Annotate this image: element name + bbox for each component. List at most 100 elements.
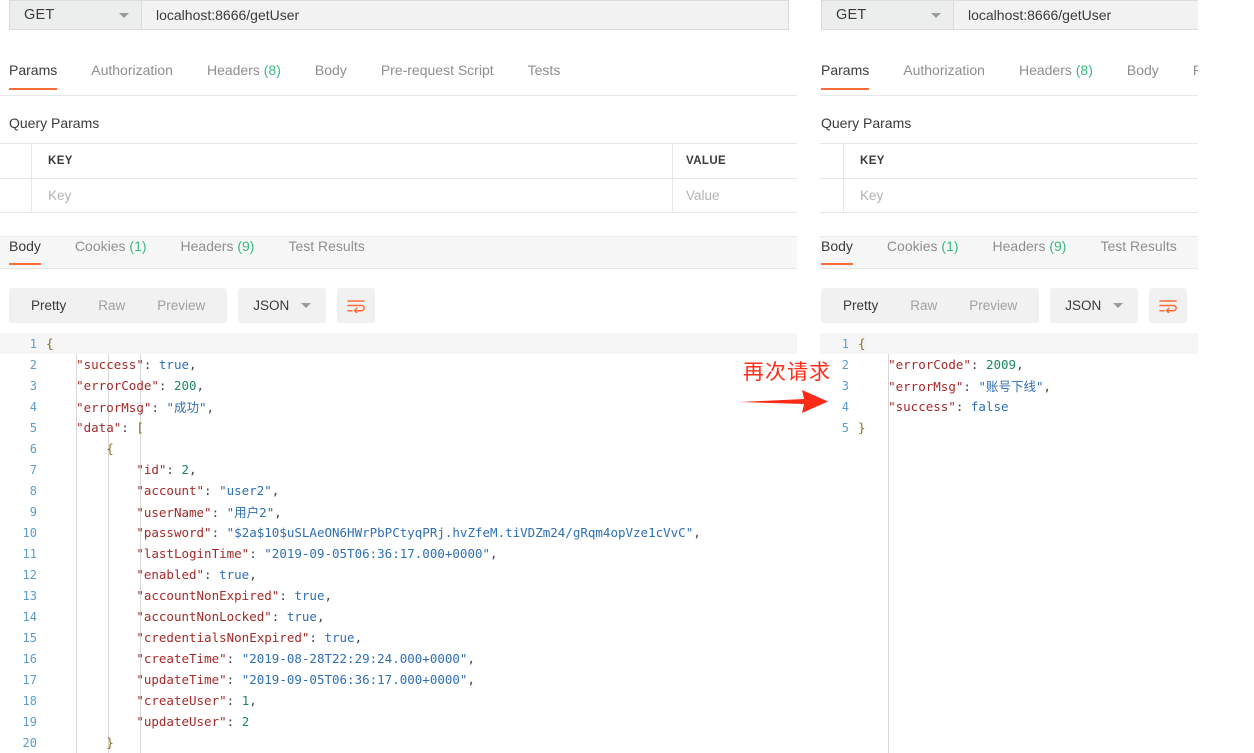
tab-label: Authorization xyxy=(91,62,173,78)
view-mode-preview[interactable]: Preview xyxy=(953,298,1033,313)
code-line: 7 "id": 2, xyxy=(0,459,797,480)
url-input-left[interactable]: localhost:8666/getUser xyxy=(142,0,789,30)
code-text: } xyxy=(858,420,866,435)
token-key: "errorMsg" xyxy=(76,400,152,415)
code-line: 5 "data": [ xyxy=(0,417,797,438)
tab-count: (9) xyxy=(1049,238,1067,254)
row-checkbox-cell[interactable] xyxy=(820,178,844,213)
tab-tests[interactable]: Tests xyxy=(528,62,561,89)
tab-response-cookies[interactable]: Cookies (1) xyxy=(75,237,147,264)
token-bool: true xyxy=(158,357,190,372)
view-mode-pretty[interactable]: Pretty xyxy=(827,298,894,313)
view-mode-raw[interactable]: Raw xyxy=(82,298,141,313)
code-text: "success": false xyxy=(858,399,1009,414)
tab-test-results[interactable]: Test Results xyxy=(1100,237,1176,264)
tab-response-headers[interactable]: Headers (9) xyxy=(181,237,255,264)
view-mode-pretty[interactable]: Pretty xyxy=(15,298,82,313)
tab-pre-request-script[interactable]: Pre-request Script xyxy=(381,62,494,89)
tab-label: Authorization xyxy=(903,62,985,78)
line-number: 12 xyxy=(22,567,37,582)
key-input[interactable]: Key xyxy=(48,188,71,203)
token-pun: : xyxy=(970,357,986,372)
select-all-checkbox-cell[interactable] xyxy=(0,144,32,178)
code-line: 15 "credentialsNonExpired": true, xyxy=(0,627,797,648)
tab-label: Headers xyxy=(1018,62,1072,78)
token-num: 2009 xyxy=(985,357,1017,372)
format-selector[interactable]: JSON xyxy=(1050,288,1139,323)
tab-params[interactable]: Params xyxy=(821,62,870,90)
line-number: 1 xyxy=(29,336,37,351)
token-pun: , xyxy=(467,651,475,666)
value-input[interactable]: Value xyxy=(686,188,720,203)
tab-response-body[interactable]: Body xyxy=(9,237,41,265)
code-line: 9 "userName": "用户2", xyxy=(0,501,797,522)
table-row: Key Value xyxy=(0,178,797,213)
token-brace: } xyxy=(106,735,114,750)
token-pun: : xyxy=(279,588,295,603)
tab-response-body[interactable]: Body xyxy=(821,237,853,265)
view-mode-preview[interactable]: Preview xyxy=(141,298,221,313)
view-mode-raw[interactable]: Raw xyxy=(894,298,953,313)
tab-headers[interactable]: Headers (8) xyxy=(207,62,281,89)
select-all-checkbox-cell[interactable] xyxy=(820,144,844,178)
response-body-code-left[interactable]: 1{2 "success": true, 3 "errorCode": 200, 4… xyxy=(0,333,797,753)
line-number: 18 xyxy=(22,693,37,708)
word-wrap-icon xyxy=(347,299,366,313)
tab-params[interactable]: Params xyxy=(9,62,58,90)
chevron-down-icon xyxy=(1113,303,1124,308)
token-pun: : xyxy=(226,672,242,687)
code-text: "lastLoginTime": "2019-09-05T06:36:17.00… xyxy=(46,546,497,561)
table-row: Key Value xyxy=(820,178,1198,213)
token-bool: false xyxy=(970,399,1009,414)
token-pun: : xyxy=(121,420,137,435)
code-text: "errorMsg": "成功", xyxy=(46,397,214,416)
code-text: "updateTime": "2019-09-05T06:36:17.000+0… xyxy=(46,672,475,687)
tab-pre-request-script[interactable]: Pre-request Script xyxy=(1193,62,1198,89)
line-number: 6 xyxy=(29,441,37,456)
token-num: 2 xyxy=(241,714,250,729)
token-pun: , xyxy=(1016,357,1024,372)
tab-response-cookies[interactable]: Cookies (1) xyxy=(887,237,959,264)
code-line: 3 "errorMsg": "账号下线", xyxy=(820,375,1198,396)
token-bool: true xyxy=(286,609,317,624)
tab-authorization[interactable]: Authorization xyxy=(91,62,173,89)
tab-body[interactable]: Body xyxy=(315,62,347,89)
tab-response-headers[interactable]: Headers (9) xyxy=(993,237,1067,264)
tab-count: (8) xyxy=(1075,62,1093,78)
tab-authorization[interactable]: Authorization xyxy=(903,62,985,89)
token-key: "password" xyxy=(136,525,212,540)
response-body-code-right[interactable]: 1{2 "errorCode": 2009, 3 "errorMsg": "账号下… xyxy=(820,333,1198,753)
line-number: 14 xyxy=(22,609,37,624)
code-line: 2 "success": true, xyxy=(0,354,797,375)
token-str: "账号下线" xyxy=(978,379,1044,394)
column-header-key: KEY xyxy=(48,155,73,167)
method-selector-right[interactable]: GET xyxy=(821,0,954,30)
url-input-right[interactable]: localhost:8666/getUser xyxy=(954,0,1198,30)
format-label: JSON xyxy=(1065,298,1102,313)
row-checkbox-cell[interactable] xyxy=(0,178,32,213)
code-line: 12 "enabled": true, xyxy=(0,564,797,585)
format-selector[interactable]: JSON xyxy=(238,288,327,323)
token-pun: , xyxy=(467,672,475,687)
key-input[interactable]: Key xyxy=(860,188,883,203)
token-pun: : xyxy=(158,378,174,393)
word-wrap-button[interactable] xyxy=(1149,288,1188,323)
method-selector-left[interactable]: GET xyxy=(9,0,142,30)
response-viewer-toolbar-right: Pretty Raw Preview JSON xyxy=(821,288,1188,323)
chevron-down-icon xyxy=(931,12,941,18)
tab-count: (8) xyxy=(263,62,281,78)
line-number: 3 xyxy=(29,378,37,393)
tab-count: (1) xyxy=(941,238,959,254)
token-str: "成功" xyxy=(166,400,207,415)
format-label: JSON xyxy=(253,298,290,313)
line-number: 20 xyxy=(22,735,37,750)
tab-headers[interactable]: Headers (8) xyxy=(1019,62,1093,89)
token-bool: true xyxy=(324,630,355,645)
token-pun: , xyxy=(693,525,701,540)
token-key: "success" xyxy=(76,357,144,372)
tab-label: Body xyxy=(821,238,853,254)
tab-body[interactable]: Body xyxy=(1127,62,1159,89)
tab-test-results[interactable]: Test Results xyxy=(288,237,364,264)
word-wrap-button[interactable] xyxy=(337,288,376,323)
token-pun: : xyxy=(151,400,167,415)
